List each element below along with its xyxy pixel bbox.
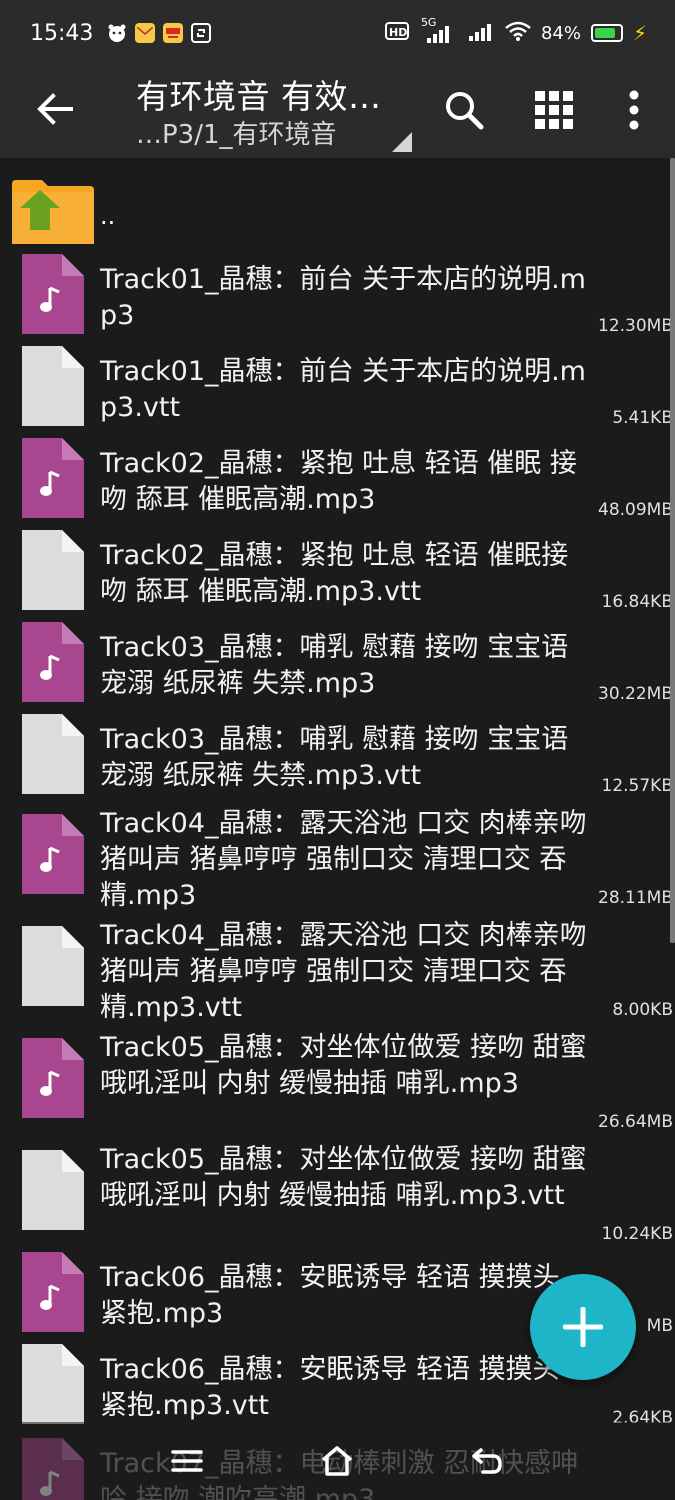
file-size: 30.22MB — [598, 684, 673, 704]
file-name: Track04_晶穗：露天浴池 口交 肉棒亲吻 猪叫声 猪鼻哼哼 强制口交 清理… — [100, 920, 587, 1023]
file-size: 26.64MB — [598, 1112, 673, 1132]
nav-back-button[interactable] — [462, 1436, 512, 1486]
add-icon — [563, 1307, 603, 1347]
file-size: 12.57KB — [601, 776, 673, 796]
file-name: Track03_晶穗：哺乳 慰藉 接吻 宝宝语 宠溺 纸尿裤 失禁.mp3 — [100, 632, 569, 699]
folder-title[interactable]: 有环境音 有效… — [136, 70, 382, 118]
file-name: Track05_晶穗：对坐体位做爱 接吻 甜蜜哦吼淫叫 内射 缓慢抽插 哺乳.m… — [100, 1144, 587, 1211]
battery-level: 84% — [540, 22, 581, 44]
more-options-button[interactable] — [606, 82, 662, 138]
file-name: Track06_晶穗：安眠诱导 轻语 摸摸头 紧抱.mp3 — [100, 1262, 560, 1329]
file-size: 5.41KB — [612, 408, 673, 428]
face-icon — [107, 23, 127, 43]
file-size: 8.00KB — [612, 1000, 673, 1020]
folder-up-icon — [12, 178, 94, 248]
status-right: HD 5G 84% ⚡ — [384, 16, 647, 47]
audio-file-icon — [22, 254, 84, 334]
back-icon — [472, 1448, 502, 1474]
file-name: Track03_晶穗：哺乳 慰藉 接吻 宝宝语 宠溺 纸尿裤 失禁.mp3.vt… — [100, 724, 569, 791]
charging-icon: ⚡ — [632, 21, 647, 45]
text-file-icon — [22, 1150, 84, 1230]
audio-file-icon — [22, 438, 84, 518]
text-file-icon — [22, 926, 84, 1006]
parent-directory-label: .. — [100, 202, 116, 230]
navigation-bar — [0, 1422, 675, 1500]
nav-home-button[interactable] — [312, 1436, 362, 1486]
status-bar: 15:43 HD 5G 84% ⚡ — [0, 0, 675, 66]
mail-icon — [135, 23, 156, 43]
file-name: Track04_晶穗：露天浴池 口交 肉棒亲吻 猪叫声 猪鼻哼哼 强制口交 清理… — [100, 808, 587, 911]
back-arrow-icon — [37, 93, 73, 125]
more-vert-icon — [629, 90, 639, 130]
battery-fill — [594, 28, 616, 38]
toolbar: 有环境音 有效… …P3/1_有环境音 — [0, 66, 675, 158]
signal-5g-icon: 5G — [421, 16, 453, 44]
nav-menu-button[interactable] — [162, 1436, 212, 1486]
file-size: MB — [646, 1316, 673, 1336]
home-icon — [321, 1446, 353, 1476]
wifi-icon — [505, 21, 531, 46]
file-name: Track01_晶穗：前台 关于本店的说明.mp3 — [100, 264, 586, 331]
file-size: 48.09MB — [598, 500, 673, 520]
search-icon — [446, 92, 484, 130]
sync-icon — [191, 23, 212, 43]
text-file-icon — [22, 530, 84, 610]
file-name: Track05_晶穗：对坐体位做爱 接吻 甜蜜哦吼淫叫 内射 缓慢抽插 哺乳.m… — [100, 1032, 587, 1099]
audio-file-icon — [22, 622, 84, 702]
notification-icons — [107, 23, 212, 43]
menu-icon — [171, 1450, 203, 1472]
path-dropdown-icon[interactable] — [392, 132, 412, 152]
file-size: 28.11MB — [598, 888, 673, 908]
search-button[interactable] — [436, 82, 492, 138]
grid-view-button[interactable] — [526, 82, 582, 138]
battery-icon — [590, 24, 623, 42]
text-file-icon — [22, 714, 84, 794]
audio-file-icon — [22, 1038, 84, 1118]
grid-view-icon — [535, 91, 573, 129]
text-file-icon — [22, 1344, 84, 1424]
file-name: Track01_晶穗：前台 关于本店的说明.mp3.vtt — [100, 356, 586, 423]
svg-text:HD: HD — [389, 26, 407, 39]
add-button[interactable] — [530, 1274, 636, 1380]
app-badge-icon — [163, 23, 184, 43]
file-name: Track02_晶穗：紧抱 吐息 轻语 催眠 接吻 舔耳 催眠高潮.mp3 — [100, 448, 577, 515]
signal-icon — [463, 20, 495, 47]
file-name: Track06_晶穗：安眠诱导 轻语 摸摸头 紧抱.mp3.vtt — [100, 1354, 560, 1421]
audio-file-icon — [22, 814, 84, 894]
file-name: Track02_晶穗：紧抱 吐息 轻语 催眠接吻 舔耳 催眠高潮.mp3.vtt — [100, 540, 569, 607]
file-size: 12.30MB — [598, 316, 673, 336]
file-size: 16.84KB — [601, 592, 673, 612]
file-size: 10.24KB — [601, 1224, 673, 1244]
text-file-icon — [22, 346, 84, 426]
folder-path[interactable]: …P3/1_有环境音 — [136, 114, 337, 151]
status-time: 15:43 — [30, 20, 94, 46]
scrollbar[interactable] — [670, 158, 675, 943]
hd-icon: HD — [384, 21, 411, 46]
back-button[interactable] — [30, 84, 80, 134]
audio-file-icon — [22, 1252, 84, 1332]
parent-directory-row[interactable]: .. — [0, 166, 675, 250]
